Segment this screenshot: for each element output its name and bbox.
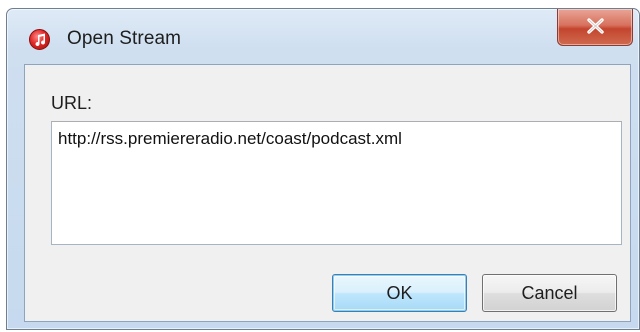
close-icon [587,18,604,34]
cancel-button[interactable]: Cancel [482,274,617,312]
title-bar[interactable]: Open Stream [7,9,639,63]
music-note-icon [29,29,50,50]
close-button[interactable] [557,9,633,46]
url-input[interactable]: http://rss.premiereradio.net/coast/podca… [51,121,622,245]
dialog-body: URL: http://rss.premiereradio.net/coast/… [24,64,631,322]
window-title: Open Stream [67,28,182,49]
url-label: URL: [51,93,93,113]
ok-button[interactable]: OK [332,274,467,312]
open-stream-dialog: Open Stream URL: http://rss.premiereradi… [6,8,640,330]
